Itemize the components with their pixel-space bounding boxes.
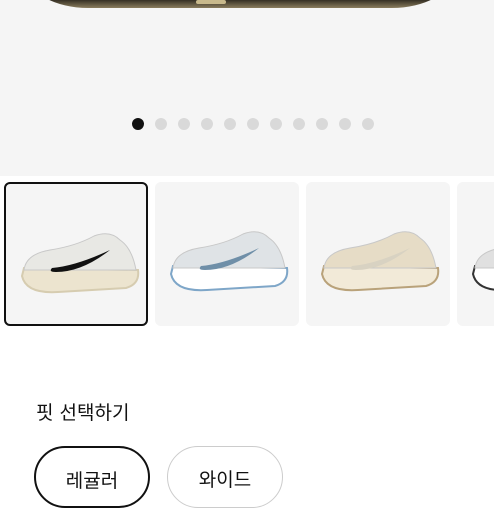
carousel-pagination xyxy=(132,118,374,130)
shoe-image xyxy=(20,233,140,294)
fit-option-wide-button[interactable]: 와이드 xyxy=(167,446,283,508)
carousel-dot[interactable] xyxy=(247,118,259,130)
carousel-dot[interactable] xyxy=(224,118,236,130)
fit-selection-title: 핏 선택하기 xyxy=(36,402,130,424)
carousel-dot[interactable] xyxy=(270,118,282,130)
carousel-dot[interactable] xyxy=(132,118,144,130)
colorway-thumbnail-strip[interactable] xyxy=(0,182,494,328)
carousel-dot[interactable] xyxy=(178,118,190,130)
colorway-thumbnail-colorway-white-black[interactable] xyxy=(4,182,148,326)
shoe-image xyxy=(471,249,494,291)
fit-option-regular-button[interactable]: 레귤러 xyxy=(34,446,150,508)
carousel-dot[interactable] xyxy=(339,118,351,130)
shoe-upper xyxy=(474,249,494,269)
shoe-image xyxy=(320,231,440,292)
carousel-dot[interactable] xyxy=(316,118,328,130)
product-hero-image[interactable] xyxy=(0,0,494,176)
hero-shoe-accent xyxy=(196,0,226,4)
carousel-dot[interactable] xyxy=(293,118,305,130)
shoe-sole xyxy=(320,264,440,292)
carousel-dot[interactable] xyxy=(362,118,374,130)
shoe-sole xyxy=(471,264,494,291)
colorway-thumbnail-colorway-white-blue[interactable] xyxy=(155,182,299,326)
colorway-thumbnail-colorway-partial[interactable] xyxy=(457,182,494,326)
colorway-thumbnail-colorway-sand[interactable] xyxy=(306,182,450,326)
shoe-sole xyxy=(20,266,140,294)
shoe-sole xyxy=(169,264,289,292)
carousel-dot[interactable] xyxy=(201,118,213,130)
carousel-dot[interactable] xyxy=(155,118,167,130)
hero-shoe-sole xyxy=(28,0,452,8)
shoe-image xyxy=(169,231,289,292)
